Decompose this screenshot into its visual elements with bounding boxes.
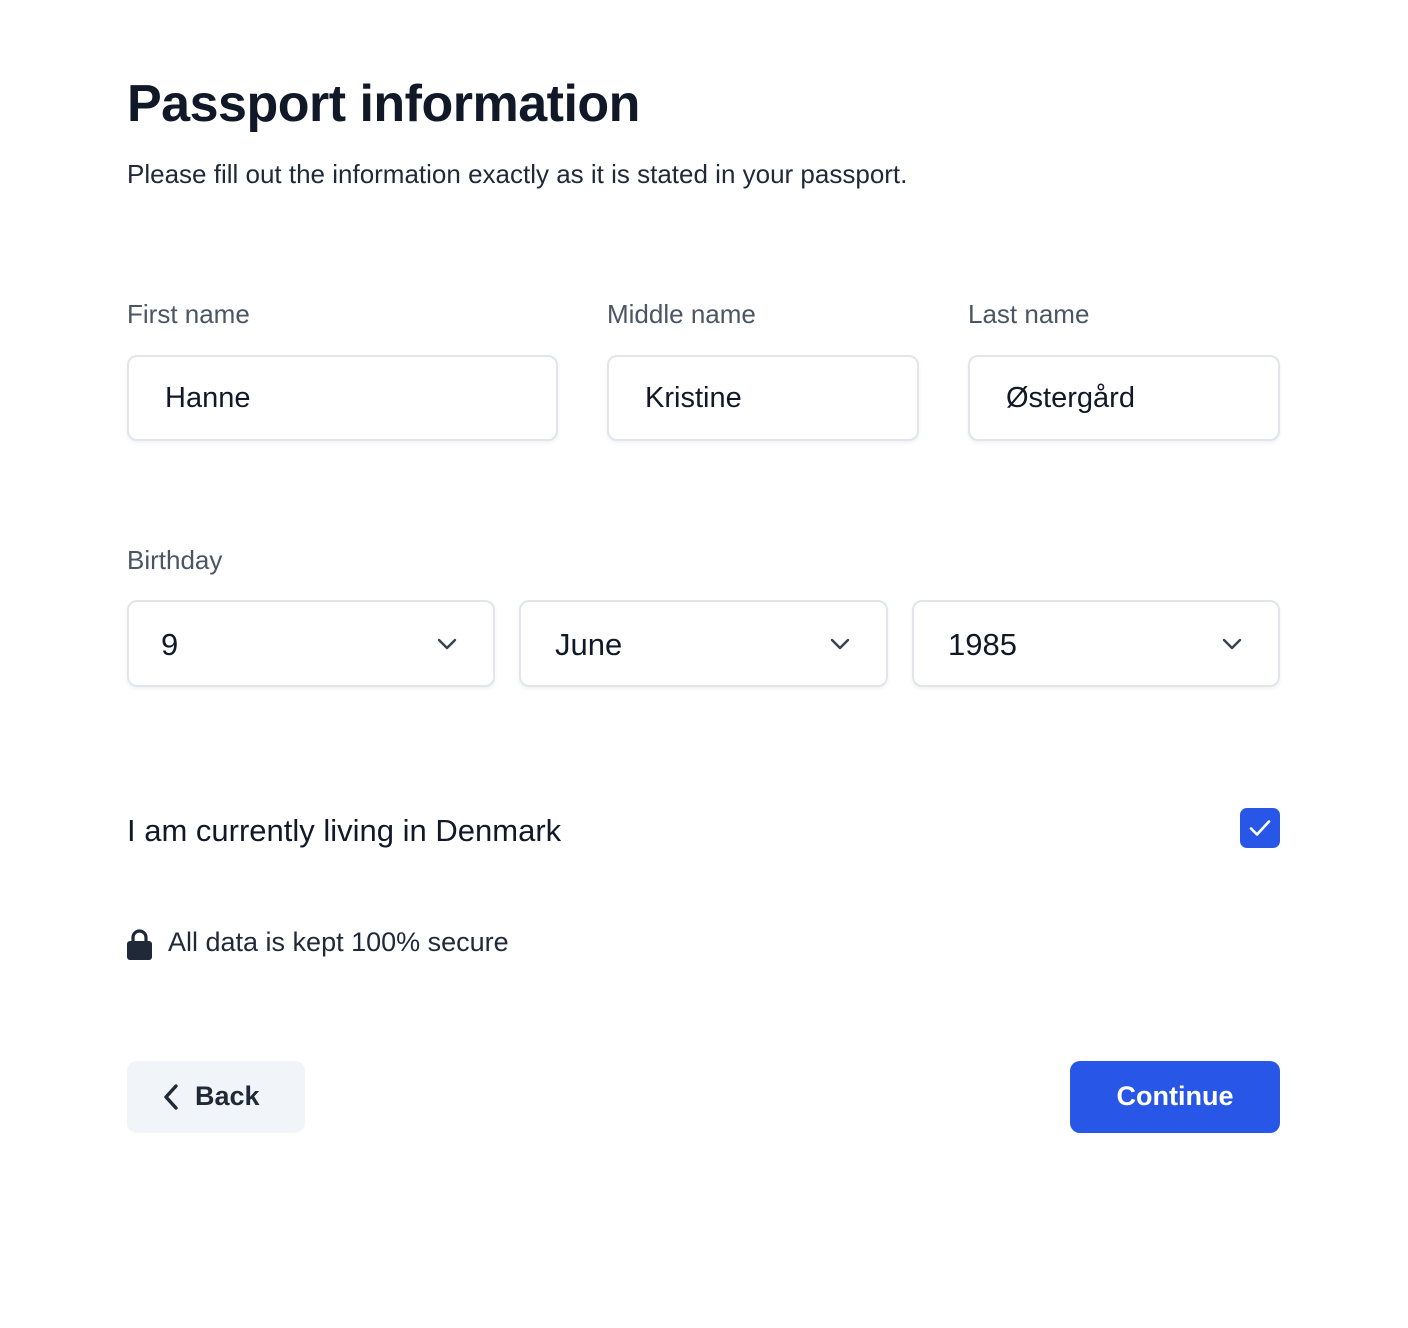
first-name-label: First name [127, 299, 250, 329]
last-name-input[interactable] [968, 355, 1280, 441]
birthday-day-value: 9 [161, 627, 179, 662]
security-note-text: All data is kept 100% secure [168, 927, 509, 957]
first-name-input[interactable] [127, 355, 558, 441]
birthday-month-select[interactable]: June [519, 600, 888, 687]
living-in-denmark-label: I am currently living in Denmark [127, 813, 562, 848]
back-button[interactable]: Back [127, 1061, 305, 1133]
checkmark-icon [1249, 820, 1271, 836]
birthday-month-value: June [555, 627, 623, 662]
page-subtitle: Please fill out the information exactly … [127, 159, 908, 189]
birthday-year-value: 1985 [948, 627, 1017, 662]
birthday-day-select[interactable]: 9 [127, 600, 495, 687]
birthday-label: Birthday [127, 545, 223, 575]
living-in-denmark-checkbox[interactable] [1240, 808, 1280, 848]
continue-button[interactable]: Continue [1070, 1061, 1280, 1133]
middle-name-input[interactable] [607, 355, 919, 441]
chevron-down-icon [1222, 638, 1242, 650]
continue-button-label: Continue [1116, 1081, 1234, 1111]
last-name-label: Last name [968, 299, 1090, 329]
chevron-left-icon [164, 1084, 178, 1110]
chevron-down-icon [437, 638, 457, 650]
birthday-year-select[interactable]: 1985 [912, 600, 1280, 687]
back-button-label: Back [195, 1081, 260, 1111]
chevron-down-icon [830, 638, 850, 650]
page-title: Passport information [127, 75, 640, 133]
lock-icon [127, 929, 152, 960]
middle-name-label: Middle name [607, 299, 756, 329]
